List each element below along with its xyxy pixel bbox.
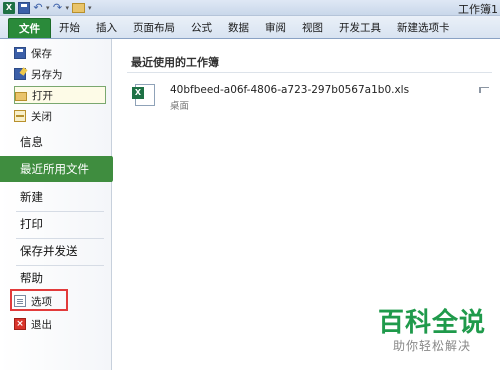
nav-info[interactable]: 信息 <box>0 129 112 155</box>
tab-view[interactable]: 视图 <box>294 18 331 38</box>
nav-new[interactable]: 新建 <box>0 184 112 210</box>
nav-exit[interactable]: × 退出 <box>14 315 106 333</box>
nav-save[interactable]: 保存 <box>14 44 106 62</box>
tab-review[interactable]: 审阅 <box>257 18 294 38</box>
close-file-icon <box>14 110 26 122</box>
redo-icon[interactable]: ↷ <box>53 2 63 14</box>
nav-open-label: 打开 <box>32 89 53 102</box>
redo-dropdown-icon[interactable]: ▾ <box>66 2 70 14</box>
watermark-sub: 助你轻松解决 <box>392 339 471 353</box>
save-icon <box>14 47 26 59</box>
tab-data[interactable]: 数据 <box>220 18 257 38</box>
pin-icon[interactable] <box>479 87 489 93</box>
nav-recent-label: 最近所用文件 <box>20 162 89 176</box>
ribbon-tab-bar: 文件 开始 插入 页面布局 公式 数据 审阅 视图 开发工具 新建选项卡 <box>0 16 500 39</box>
backstage-nav: 保存 另存为 打开 关闭 信息 最近所用文件 新建 打印 保存并发送 帮助 选项… <box>0 39 120 370</box>
nav-save-as[interactable]: 另存为 <box>14 65 106 83</box>
excel-logo-icon: X <box>3 2 15 14</box>
open-folder-icon[interactable] <box>72 3 86 13</box>
watermark-main: 百科全说 <box>377 308 486 338</box>
nav-save-send[interactable]: 保存并发送 <box>0 238 112 264</box>
nav-close[interactable]: 关闭 <box>14 107 106 125</box>
watermark: 百科全说 助你轻松解决 <box>376 308 488 354</box>
nav-recent[interactable]: 最近所用文件 <box>0 156 120 182</box>
customize-qat-icon[interactable]: ▾ <box>88 2 92 14</box>
quick-access-toolbar: X ↶ ▾ ↷ ▾ ▾ <box>3 1 92 15</box>
tab-file[interactable]: 文件 <box>8 18 51 38</box>
title-bar: X ↶ ▾ ↷ ▾ ▾ 工作簿1 <box>0 0 500 16</box>
recent-workbooks-title: 最近使用的工作簿 <box>131 56 219 69</box>
save-icon[interactable] <box>18 2 30 14</box>
nav-print[interactable]: 打印 <box>0 211 112 237</box>
nav-exit-label: 退出 <box>31 318 52 331</box>
tab-formulas[interactable]: 公式 <box>183 18 220 38</box>
tab-developer[interactable]: 开发工具 <box>331 18 389 38</box>
recent-file-location: 桌面 <box>170 101 190 112</box>
excel-file-icon: X <box>132 84 155 106</box>
tab-new-tab[interactable]: 新建选项卡 <box>389 18 458 38</box>
exit-icon: × <box>14 318 26 330</box>
nav-help[interactable]: 帮助 <box>0 265 112 291</box>
undo-icon[interactable]: ↶ <box>33 2 43 14</box>
tab-home[interactable]: 开始 <box>51 18 88 38</box>
nav-close-label: 关闭 <box>31 110 52 123</box>
section-divider <box>127 72 492 73</box>
nav-open[interactable]: 打开 <box>14 86 106 104</box>
undo-dropdown-icon[interactable]: ▾ <box>46 2 50 14</box>
open-folder-icon <box>15 91 27 101</box>
nav-save-label: 保存 <box>31 47 52 60</box>
tab-page-layout[interactable]: 页面布局 <box>125 18 183 38</box>
recent-file-name: 40bfbeed-a06f-4806-a723-297b0567a1b0.xls <box>170 84 410 96</box>
options-highlight-box <box>10 289 68 311</box>
tab-insert[interactable]: 插入 <box>88 18 125 38</box>
nav-save-as-label: 另存为 <box>31 68 63 81</box>
save-as-icon <box>14 68 26 80</box>
recent-file-item[interactable]: X 40bfbeed-a06f-4806-a723-297b0567a1b0.x… <box>127 79 495 113</box>
window-title: 工作簿1 <box>458 3 498 16</box>
